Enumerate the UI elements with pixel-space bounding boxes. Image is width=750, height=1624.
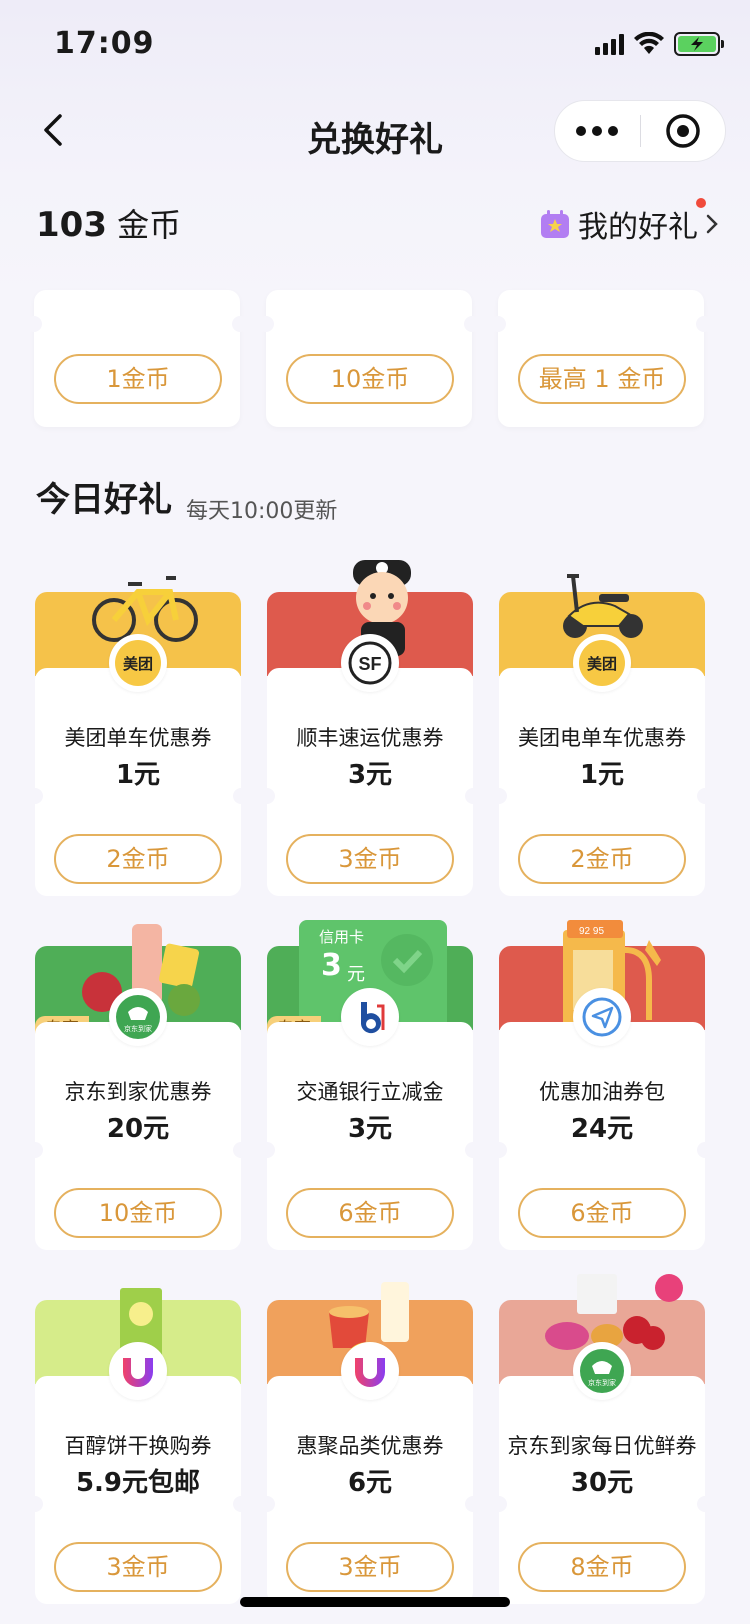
home-indicator[interactable]	[240, 1597, 510, 1607]
svg-text:SF: SF	[358, 654, 381, 674]
coin-amount: 103	[36, 205, 107, 245]
gift-card-jd-daojia[interactable]: 京东到家优惠券 20元 10金币	[27, 1022, 249, 1250]
gift-calendar-icon	[541, 210, 569, 238]
redeem-button[interactable]: 最高 1 金币	[518, 354, 686, 404]
gift-value: 24元	[570, 1114, 634, 1144]
status-icons	[595, 32, 724, 56]
top-card-2: 10金币	[258, 290, 480, 427]
gift-card-bankcomm[interactable]: 交通银行立减金 3元 6金币	[259, 1022, 481, 1250]
gift-value: 30元	[570, 1468, 634, 1498]
section-subtitle: 每天10:00更新	[186, 499, 338, 524]
battery-icon	[674, 32, 724, 56]
coupon-unit: 元	[347, 964, 365, 985]
gift-value: 3元	[347, 760, 393, 790]
my-gifts-link[interactable]: 我的好礼	[540, 198, 720, 246]
coupon-amount: 3	[321, 948, 342, 983]
gift-name: 美团单车优惠券	[64, 726, 212, 750]
gift-name: 交通银行立减金	[296, 1080, 444, 1104]
status-bar: 17:09	[0, 0, 750, 90]
gift-name: 京东到家每日优鲜券	[507, 1434, 697, 1458]
gift-value: 1元	[115, 760, 161, 790]
gift-name: 京东到家优惠券	[64, 1080, 212, 1104]
wifi-icon	[634, 32, 664, 54]
redeem-button[interactable]: 1金币	[54, 354, 222, 404]
gift-name: 美团电单车优惠券	[518, 726, 686, 750]
meituan-logo: 美团	[109, 634, 167, 692]
redeem-button[interactable]: 6金币	[518, 1188, 686, 1238]
gift-value: 1元	[579, 760, 625, 790]
gift-card-baichun[interactable]: 百醇饼干换购券 5.9元包邮 3金币	[27, 1376, 249, 1604]
gift-card-meituan-bike[interactable]: 美团单车优惠券 1元 2金币	[27, 668, 249, 896]
gift-card-jd-fresh[interactable]: 京东到家每日优鲜券 30元 8金币	[491, 1376, 713, 1604]
sf-express-logo: SF	[341, 634, 399, 692]
meituan-logo: 美团	[573, 634, 631, 692]
gift-card-meituan-ebike[interactable]: 美团电单车优惠券 1元 2金币	[491, 668, 713, 896]
gift-value: 5.9元包邮	[75, 1468, 201, 1498]
status-time: 17:09	[54, 26, 155, 61]
jd-daojia-logo: 京东到家	[573, 1342, 631, 1400]
redeem-button[interactable]: 10金币	[54, 1188, 222, 1238]
redeem-button[interactable]: 6金币	[286, 1188, 454, 1238]
navigation-bar: 兑换好礼	[0, 96, 750, 166]
redeem-button[interactable]: 8金币	[518, 1542, 686, 1592]
section-title: 今日好礼	[36, 480, 172, 520]
redeem-button[interactable]: 2金币	[54, 834, 222, 884]
check-watermark-icon	[381, 934, 433, 986]
coin-unit: 金币	[117, 206, 182, 244]
gift-card-huiju[interactable]: 惠聚品类优惠券 6元 3金币	[259, 1376, 481, 1604]
redeem-button[interactable]: 10金币	[286, 354, 454, 404]
gift-card-sf-express[interactable]: 顺丰速运优惠券 3元 3金币	[259, 668, 481, 896]
svg-text:京东到家: 京东到家	[588, 1378, 616, 1387]
gift-value: 6元	[347, 1468, 393, 1498]
notification-dot	[696, 198, 706, 208]
gift-name: 优惠加油券包	[539, 1080, 665, 1104]
bicycle-icon	[92, 576, 198, 642]
redeem-button[interactable]: 3金币	[54, 1542, 222, 1592]
close-target-icon[interactable]	[641, 113, 726, 149]
coupon-label: 信用卡	[319, 928, 365, 946]
jd-daojia-logo: 京东到家	[109, 988, 167, 1046]
redeem-button[interactable]: 3金币	[286, 1542, 454, 1592]
gift-name: 顺丰速运优惠券	[296, 726, 444, 750]
signal-icon	[595, 33, 624, 55]
gift-name: 惠聚品类优惠券	[296, 1434, 444, 1458]
gift-name: 百醇饼干换购券	[64, 1434, 212, 1458]
gift-value: 3元	[347, 1114, 393, 1144]
svg-text:京东到家: 京东到家	[124, 1024, 152, 1033]
miniprogram-capsule	[554, 100, 726, 162]
redeem-button[interactable]: 2金币	[518, 834, 686, 884]
my-gifts-label: 我的好礼	[578, 210, 698, 245]
bankcomm-logo	[341, 988, 399, 1046]
more-menu-icon[interactable]	[555, 126, 640, 136]
svg-text:92 95: 92 95	[579, 926, 604, 937]
huiju-logo	[109, 1342, 167, 1400]
gift-card-fuel[interactable]: 优惠加油券包 24元 6金币	[491, 1022, 713, 1250]
top-card-3: 最高 1 金币	[490, 290, 712, 427]
huiju-logo	[341, 1342, 399, 1400]
coin-balance: 103 金币	[36, 200, 181, 246]
coin-balance-bar: 103 金币 我的好礼	[36, 196, 720, 246]
top-card-1: 1金币	[26, 290, 248, 427]
navigation-arrow-logo	[573, 988, 631, 1046]
chevron-right-icon	[706, 214, 718, 234]
gift-value: 20元	[106, 1114, 170, 1144]
redeem-button[interactable]: 3金币	[286, 834, 454, 884]
